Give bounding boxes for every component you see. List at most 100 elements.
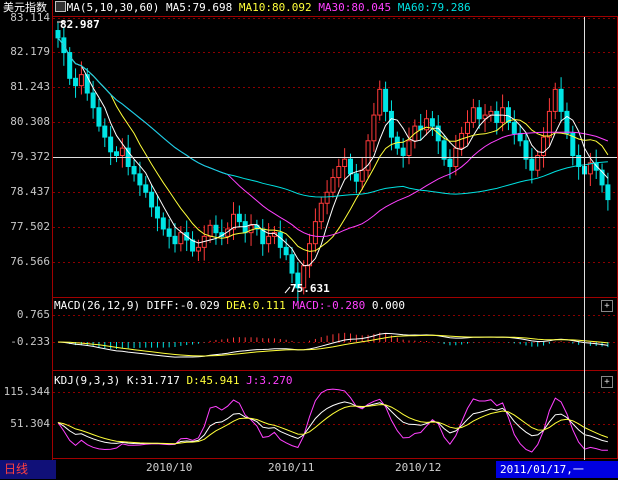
candle-body <box>447 158 453 168</box>
kdj-d-line <box>57 404 609 445</box>
candle-body <box>73 77 79 87</box>
candle-body <box>231 213 236 230</box>
price-tick-label: 81.243 <box>10 80 50 93</box>
candle-body <box>441 140 447 160</box>
price-tick-label: 77.502 <box>10 220 50 233</box>
price-tick-label: 79.372 <box>10 150 50 163</box>
kdj-tick-label: 115.344 <box>3 385 50 398</box>
candle-body <box>289 254 295 274</box>
candle-body <box>213 224 219 234</box>
macd-series <box>57 332 609 358</box>
candle-body <box>131 166 137 175</box>
candle-body <box>277 232 283 248</box>
high-price-label: 82.987 <box>60 18 100 31</box>
candle-body <box>166 228 172 237</box>
ma-params: MA(5,10,30,60) <box>66 1 160 14</box>
x-axis-month-label: 2010/10 <box>146 461 193 474</box>
candle-body <box>102 125 108 138</box>
candle-body <box>312 221 318 245</box>
macd-dea-value: DEA:0.111 <box>226 299 286 312</box>
price-tick-label: 80.308 <box>10 115 50 128</box>
price-tick-label: 83.114 <box>10 11 50 24</box>
price-legend: 美元指数 MA(5,10,30,60) MA5:79.698 MA10:80.0… <box>3 1 471 15</box>
candle-body <box>470 107 476 123</box>
candle-body <box>160 217 166 230</box>
macd-expand-icon[interactable]: + <box>601 300 613 312</box>
ma-settings-icon[interactable] <box>54 1 66 12</box>
macd-macd-value: MACD:-0.280 <box>292 299 366 312</box>
candle-body <box>172 235 178 245</box>
x-axis-month-label: 2010/11 <box>268 461 315 474</box>
candle-body <box>465 121 470 134</box>
candle-body <box>523 140 529 160</box>
candle-body <box>353 173 359 182</box>
candle-body <box>494 110 500 123</box>
macd-diff-value: DIFF:-0.029 <box>146 299 220 312</box>
candle-body <box>552 88 558 112</box>
stock-chart[interactable] <box>0 0 618 480</box>
ma30-value: MA30:80.045 <box>318 1 392 14</box>
candle-body <box>511 121 517 134</box>
candle-body <box>318 202 324 223</box>
candle-body <box>459 132 465 149</box>
candle-body <box>207 224 213 237</box>
kdj-params: KDJ(9,3,3) <box>54 374 121 387</box>
candle-body <box>154 206 160 219</box>
price-tick-label: 78.437 <box>10 185 50 198</box>
kdj-j-value: J:3.270 <box>246 374 293 387</box>
candle-body <box>119 147 125 156</box>
candle-body <box>348 158 353 175</box>
candle-body <box>377 88 383 116</box>
ma60-value: MA60:79.286 <box>397 1 471 14</box>
candle-body <box>90 92 96 109</box>
candle-body <box>406 140 412 156</box>
candle-body <box>266 235 272 245</box>
candle-body <box>149 191 155 208</box>
price-tick-label: 76.566 <box>10 255 50 268</box>
candle-body <box>476 107 482 120</box>
kdj-tick-label: 51.304 <box>10 417 50 430</box>
candle-body <box>143 184 149 193</box>
candle-body <box>429 118 435 127</box>
kdj-expand-icon[interactable]: + <box>601 376 613 388</box>
macd-params: MACD(26,12,9) <box>54 299 141 312</box>
candle-body <box>336 166 342 179</box>
ma5-value: MA5:79.698 <box>165 1 233 14</box>
candle-body <box>137 173 143 186</box>
candle-body <box>359 169 365 182</box>
kdj-k-value: K:31.717 <box>126 374 180 387</box>
candle-body <box>330 177 336 193</box>
macd-tick-label: 0.765 <box>16 308 50 321</box>
macd-zero-value: 0.000 <box>371 299 406 312</box>
candle-body <box>546 110 552 138</box>
candle-body <box>371 114 377 142</box>
candle-body <box>55 30 61 39</box>
candlestick-series <box>55 22 611 302</box>
candle-body <box>248 224 254 234</box>
candle-body <box>388 110 394 138</box>
x-axis-month-label: 2010/12 <box>395 461 442 474</box>
candle-body <box>529 158 535 171</box>
candle-body <box>564 110 570 134</box>
kdj-series <box>57 388 609 453</box>
candle-body <box>517 132 523 142</box>
candle-body <box>283 246 289 256</box>
kdj-d-value: D:45.941 <box>186 374 240 387</box>
candle-body <box>383 88 389 112</box>
low-price-label: 75.631 <box>290 282 330 295</box>
candle-body <box>195 246 201 252</box>
cursor-date-label: 2011/01/17,一 <box>496 461 618 478</box>
candle-body <box>78 74 84 87</box>
candle-body <box>307 243 313 267</box>
macd-tick-label: -0.233 <box>10 335 50 348</box>
candle-body <box>108 136 114 153</box>
candle-body <box>605 184 611 201</box>
period-selector[interactable]: 日线 <box>0 460 56 479</box>
candle-body <box>342 158 348 168</box>
candle-body <box>558 88 564 112</box>
ma10-value: MA10:80.092 <box>238 1 312 14</box>
candle-body <box>488 110 494 116</box>
macd-legend: MACD(26,12,9) DIFF:-0.029 DEA:0.111 MACD… <box>54 299 405 313</box>
candle-body <box>324 191 330 204</box>
candle-body <box>236 213 242 223</box>
